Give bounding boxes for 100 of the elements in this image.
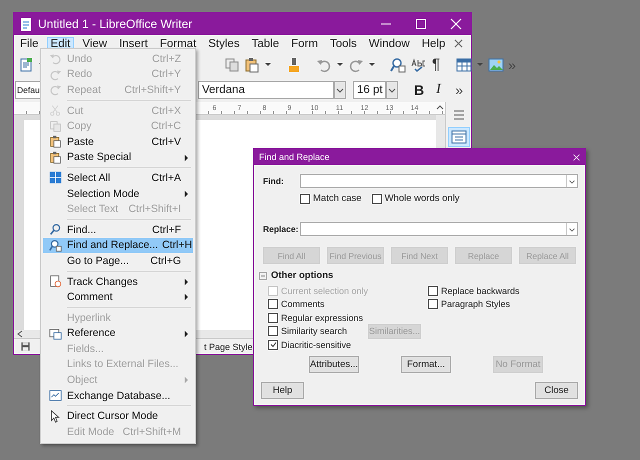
new-document-icon[interactable] (18, 56, 34, 72)
submenu-arrow-icon (184, 376, 188, 384)
paragraph-style-field[interactable]: Defau (15, 80, 40, 98)
checkbox-label: Regular expressions (281, 312, 364, 323)
checkbox[interactable] (372, 194, 382, 204)
dialog-button[interactable]: Help (261, 382, 304, 399)
close-document-icon[interactable] (454, 39, 463, 48)
chevron-icon (335, 86, 345, 94)
caret-icon[interactable] (264, 60, 272, 68)
checkbox[interactable] (428, 299, 438, 310)
properties-button[interactable] (448, 127, 470, 147)
paste-icon (48, 135, 62, 148)
properties-icon (450, 130, 466, 144)
window-title: Untitled 1 - LibreOffice Writer (38, 17, 194, 31)
menu-item[interactable]: Go to Page... Ctrl+G (43, 253, 193, 269)
clone-formatting-icon[interactable] (286, 56, 302, 72)
menu-item[interactable]: Paste Special (43, 150, 193, 166)
bold-button[interactable]: B (408, 82, 430, 98)
menu-item[interactable]: View (78, 36, 112, 50)
spellcheck-icon[interactable] (410, 56, 426, 72)
reference-icon (48, 326, 62, 340)
field-label: Find: (263, 176, 285, 186)
menu-item[interactable]: Select All Ctrl+A (43, 170, 193, 186)
menu-item[interactable]: Exchange Database... (43, 388, 193, 404)
menu-item[interactable]: Selection Mode (43, 186, 193, 202)
close-icon[interactable] (573, 154, 580, 160)
dialog-button[interactable]: Close (535, 382, 578, 399)
input-field[interactable] (300, 174, 578, 188)
menu-item[interactable]: Insert (115, 36, 152, 50)
checkbox-label: Current selection only (281, 286, 368, 296)
minimize-icon (381, 23, 391, 25)
dialog-title: Find and Replace (259, 152, 331, 162)
save-icon[interactable] (20, 341, 31, 352)
copy-icon (48, 120, 62, 133)
find-replace-icon[interactable] (390, 56, 406, 72)
copy-icon[interactable] (224, 56, 240, 72)
caret-icon[interactable] (336, 60, 344, 68)
submenu-arrow-icon (184, 190, 188, 198)
formatting-marks-button[interactable]: ¶ (430, 56, 442, 73)
page-style: t Page Style (204, 342, 253, 352)
dialog-button[interactable]: Format... (401, 356, 451, 372)
repeat-icon (48, 83, 62, 96)
checkbox[interactable] (268, 312, 278, 323)
scroll-up-icon[interactable] (436, 104, 444, 111)
caret-icon[interactable] (368, 60, 376, 68)
more-button[interactable]: » (455, 82, 463, 98)
checkbox[interactable] (268, 340, 278, 350)
menu-item[interactable]: Reference (43, 326, 193, 342)
menu-item[interactable]: Direct Cursor Mode (43, 408, 193, 424)
checkbox[interactable] (300, 194, 310, 204)
menu-item[interactable]: File (16, 36, 43, 50)
menu-item[interactable]: Track Changes (43, 274, 193, 290)
chevron-icon (387, 86, 397, 94)
menu-item[interactable]: Find... Ctrl+F (43, 222, 193, 238)
image-icon[interactable] (488, 56, 504, 72)
search-icon (48, 223, 62, 236)
checkbox-label: Comments (281, 299, 325, 310)
dialog-button[interactable]: Attributes... (309, 356, 359, 372)
table-icon[interactable] (456, 56, 472, 72)
collapse-icon[interactable] (259, 272, 267, 280)
document-icon (19, 16, 33, 32)
menu-item[interactable]: Styles (204, 36, 244, 50)
menu-item[interactable]: Tools (326, 36, 361, 50)
paste-icon[interactable] (244, 56, 260, 72)
dropdown-button[interactable] (334, 80, 346, 98)
menu-item[interactable]: Format (156, 36, 200, 50)
close-icon (450, 18, 462, 30)
font-name-field[interactable]: Verdana (198, 80, 334, 98)
menu-item[interactable]: Form (287, 36, 322, 50)
paste-icon (48, 150, 62, 164)
chevron-icon (568, 178, 576, 184)
menu-item[interactable]: Find and Replace... Ctrl+H (43, 238, 193, 254)
maximize-icon (415, 18, 427, 30)
checkbox[interactable] (268, 299, 278, 310)
checkbox-label: Whole words only (384, 193, 460, 204)
menu-item[interactable]: Table (248, 36, 284, 50)
font-size-field[interactable]: 16 pt (353, 80, 386, 98)
submenu-arrow-icon (184, 154, 188, 162)
submenu-arrow-icon (184, 330, 188, 338)
scroll-left-icon[interactable] (17, 330, 23, 338)
dropdown-button[interactable] (386, 80, 398, 98)
menu-item[interactable]: Help (418, 36, 450, 50)
menu-item[interactable]: Paste Ctrl+V (43, 134, 193, 150)
checkbox-label: Replace backwards (441, 286, 520, 296)
italic-button[interactable]: I (430, 82, 447, 98)
scissors-icon (48, 104, 62, 118)
pointer-icon (48, 410, 62, 423)
checkbox[interactable] (428, 286, 438, 296)
chevron-icon (568, 226, 576, 232)
checkbox[interactable] (268, 326, 278, 336)
undo-icon (48, 52, 62, 66)
menu-item[interactable]: Window (364, 36, 414, 50)
checkbox-label: Match case (313, 193, 362, 204)
checkbox-label: Paragraph Styles (441, 299, 510, 310)
sidebar-menu-icon[interactable] (452, 108, 466, 122)
menu-item[interactable]: Comment (43, 289, 193, 305)
section-heading[interactable]: Other options (271, 270, 334, 281)
input-field[interactable] (300, 222, 578, 236)
redo-icon (48, 68, 62, 81)
field-label: Replace: (263, 224, 300, 234)
